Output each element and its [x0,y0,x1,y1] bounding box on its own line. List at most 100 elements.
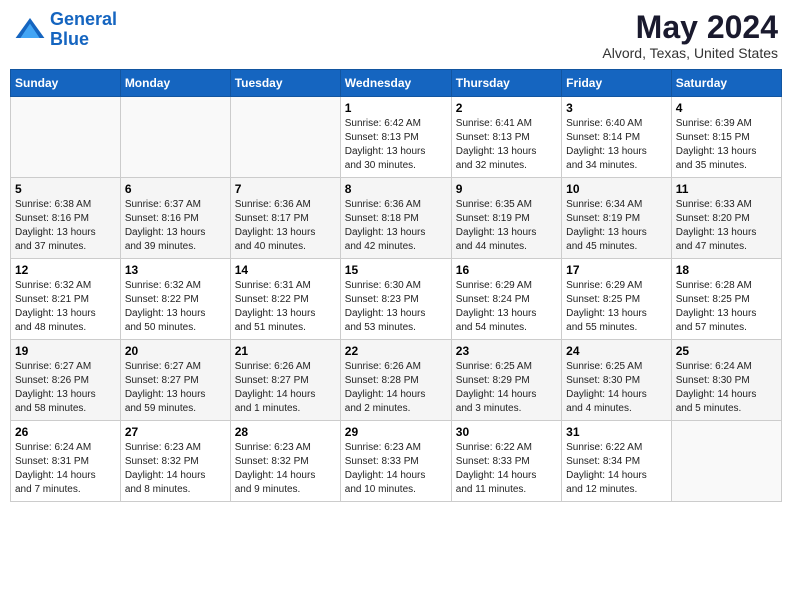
calendar-cell: 30Sunrise: 6:22 AM Sunset: 8:33 PM Dayli… [451,421,561,502]
day-number: 2 [456,101,557,115]
calendar-cell: 29Sunrise: 6:23 AM Sunset: 8:33 PM Dayli… [340,421,451,502]
day-info: Sunrise: 6:24 AM Sunset: 8:31 PM Dayligh… [15,441,116,497]
calendar-body: 1Sunrise: 6:42 AM Sunset: 8:13 PM Daylig… [11,97,782,502]
calendar-cell [230,97,340,178]
header-monday: Monday [120,70,230,97]
calendar-cell: 16 Sunrise: 6:29 AM Sunset: 8:24 PM Dayli… [451,259,561,340]
day-info: Sunrise: 6:32 AM Sunset: 8:22 PM Dayligh… [125,279,226,335]
day-number: 16 [456,263,557,277]
calendar-cell: 7 Sunrise: 6:36 AM Sunset: 8:17 PM Daylig… [230,178,340,259]
day-number: 21 [235,344,336,358]
calendar-cell: 23Sunrise: 6:25 AM Sunset: 8:29 PM Dayli… [451,340,561,421]
header-sunday: Sunday [11,70,121,97]
day-info: Sunrise: 6:22 AM Sunset: 8:34 PM Dayligh… [566,441,667,497]
logo: General Blue [14,10,117,50]
day-info: Sunrise: 6:38 AM Sunset: 8:16 PM Dayligh… [15,198,116,254]
day-number: 28 [235,425,336,439]
calendar-cell: 26 Sunrise: 6:24 AM Sunset: 8:31 PM Dayli… [11,421,121,502]
day-info: Sunrise: 6:25 AM Sunset: 8:30 PM Dayligh… [566,360,667,416]
day-number: 8 [345,182,447,196]
calendar-cell: 11 Sunrise: 6:33 AM Sunset: 8:20 PM Dayli… [671,178,781,259]
day-number: 30 [456,425,557,439]
day-number: 11 [676,182,777,196]
month-title: May 2024 [602,10,778,45]
day-number: 14 [235,263,336,277]
calendar-cell: 25Sunrise: 6:24 AM Sunset: 8:30 PM Dayli… [671,340,781,421]
week-row-3: 12 Sunrise: 6:32 AM Sunset: 8:21 PM Dayli… [11,259,782,340]
day-number: 10 [566,182,667,196]
calendar-cell: 6 Sunrise: 6:37 AM Sunset: 8:16 PM Daylig… [120,178,230,259]
location: Alvord, Texas, United States [602,45,778,61]
day-info: Sunrise: 6:39 AM Sunset: 8:15 PM Dayligh… [676,117,777,173]
day-info: Sunrise: 6:30 AM Sunset: 8:23 PM Dayligh… [345,279,447,335]
calendar-cell: 9 Sunrise: 6:35 AM Sunset: 8:19 PM Daylig… [451,178,561,259]
day-number: 27 [125,425,226,439]
day-number: 13 [125,263,226,277]
day-number: 7 [235,182,336,196]
day-info: Sunrise: 6:31 AM Sunset: 8:22 PM Dayligh… [235,279,336,335]
day-info: Sunrise: 6:29 AM Sunset: 8:25 PM Dayligh… [566,279,667,335]
day-info: Sunrise: 6:36 AM Sunset: 8:17 PM Dayligh… [235,198,336,254]
logo-icon [14,14,46,46]
calendar-cell: 21Sunrise: 6:26 AM Sunset: 8:27 PM Dayli… [230,340,340,421]
week-row-2: 5Sunrise: 6:38 AM Sunset: 8:16 PM Daylig… [11,178,782,259]
header-thursday: Thursday [451,70,561,97]
day-info: Sunrise: 6:32 AM Sunset: 8:21 PM Dayligh… [15,279,116,335]
calendar-table: SundayMondayTuesdayWednesdayThursdayFrid… [10,69,782,502]
calendar-cell: 8 Sunrise: 6:36 AM Sunset: 8:18 PM Daylig… [340,178,451,259]
day-number: 23 [456,344,557,358]
header-wednesday: Wednesday [340,70,451,97]
calendar-cell: 13 Sunrise: 6:32 AM Sunset: 8:22 PM Dayli… [120,259,230,340]
week-row-5: 26 Sunrise: 6:24 AM Sunset: 8:31 PM Dayli… [11,421,782,502]
calendar-cell [671,421,781,502]
calendar-cell: 2 Sunrise: 6:41 AM Sunset: 8:13 PM Daylig… [451,97,561,178]
header-friday: Friday [562,70,672,97]
week-row-4: 19 Sunrise: 6:27 AM Sunset: 8:26 PM Dayli… [11,340,782,421]
calendar-cell: 27Sunrise: 6:23 AM Sunset: 8:32 PM Dayli… [120,421,230,502]
day-number: 22 [345,344,447,358]
calendar-cell: 17 Sunrise: 6:29 AM Sunset: 8:25 PM Dayli… [562,259,672,340]
header-tuesday: Tuesday [230,70,340,97]
day-info: Sunrise: 6:28 AM Sunset: 8:25 PM Dayligh… [676,279,777,335]
day-info: Sunrise: 6:27 AM Sunset: 8:26 PM Dayligh… [15,360,116,416]
calendar-cell: 18Sunrise: 6:28 AM Sunset: 8:25 PM Dayli… [671,259,781,340]
day-number: 20 [125,344,226,358]
calendar-cell: 1Sunrise: 6:42 AM Sunset: 8:13 PM Daylig… [340,97,451,178]
calendar-cell: 19 Sunrise: 6:27 AM Sunset: 8:26 PM Dayli… [11,340,121,421]
day-info: Sunrise: 6:36 AM Sunset: 8:18 PM Dayligh… [345,198,447,254]
calendar-cell: 5Sunrise: 6:38 AM Sunset: 8:16 PM Daylig… [11,178,121,259]
calendar-cell: 10 Sunrise: 6:34 AM Sunset: 8:19 PM Dayli… [562,178,672,259]
day-info: Sunrise: 6:34 AM Sunset: 8:19 PM Dayligh… [566,198,667,254]
calendar-cell: 3 Sunrise: 6:40 AM Sunset: 8:14 PM Daylig… [562,97,672,178]
day-info: Sunrise: 6:27 AM Sunset: 8:27 PM Dayligh… [125,360,226,416]
day-number: 17 [566,263,667,277]
day-number: 4 [676,101,777,115]
day-info: Sunrise: 6:26 AM Sunset: 8:28 PM Dayligh… [345,360,447,416]
calendar-cell: 28Sunrise: 6:23 AM Sunset: 8:32 PM Dayli… [230,421,340,502]
day-info: Sunrise: 6:29 AM Sunset: 8:24 PM Dayligh… [456,279,557,335]
calendar-header: SundayMondayTuesdayWednesdayThursdayFrid… [11,70,782,97]
week-row-1: 1Sunrise: 6:42 AM Sunset: 8:13 PM Daylig… [11,97,782,178]
day-number: 25 [676,344,777,358]
day-number: 19 [15,344,116,358]
calendar-cell: 12 Sunrise: 6:32 AM Sunset: 8:21 PM Dayli… [11,259,121,340]
day-number: 24 [566,344,667,358]
day-info: Sunrise: 6:33 AM Sunset: 8:20 PM Dayligh… [676,198,777,254]
calendar-cell: 22 Sunrise: 6:26 AM Sunset: 8:28 PM Dayli… [340,340,451,421]
day-number: 6 [125,182,226,196]
calendar-cell: 24 Sunrise: 6:25 AM Sunset: 8:30 PM Dayli… [562,340,672,421]
day-info: Sunrise: 6:35 AM Sunset: 8:19 PM Dayligh… [456,198,557,254]
day-info: Sunrise: 6:41 AM Sunset: 8:13 PM Dayligh… [456,117,557,173]
calendar-cell: 20 Sunrise: 6:27 AM Sunset: 8:27 PM Dayli… [120,340,230,421]
day-number: 12 [15,263,116,277]
day-number: 9 [456,182,557,196]
day-number: 3 [566,101,667,115]
day-info: Sunrise: 6:40 AM Sunset: 8:14 PM Dayligh… [566,117,667,173]
day-info: Sunrise: 6:42 AM Sunset: 8:13 PM Dayligh… [345,117,447,173]
logo-text: General Blue [50,10,117,50]
day-info: Sunrise: 6:37 AM Sunset: 8:16 PM Dayligh… [125,198,226,254]
day-number: 26 [15,425,116,439]
day-number: 15 [345,263,447,277]
calendar-cell: 14 Sunrise: 6:31 AM Sunset: 8:22 PM Dayli… [230,259,340,340]
calendar-cell [120,97,230,178]
